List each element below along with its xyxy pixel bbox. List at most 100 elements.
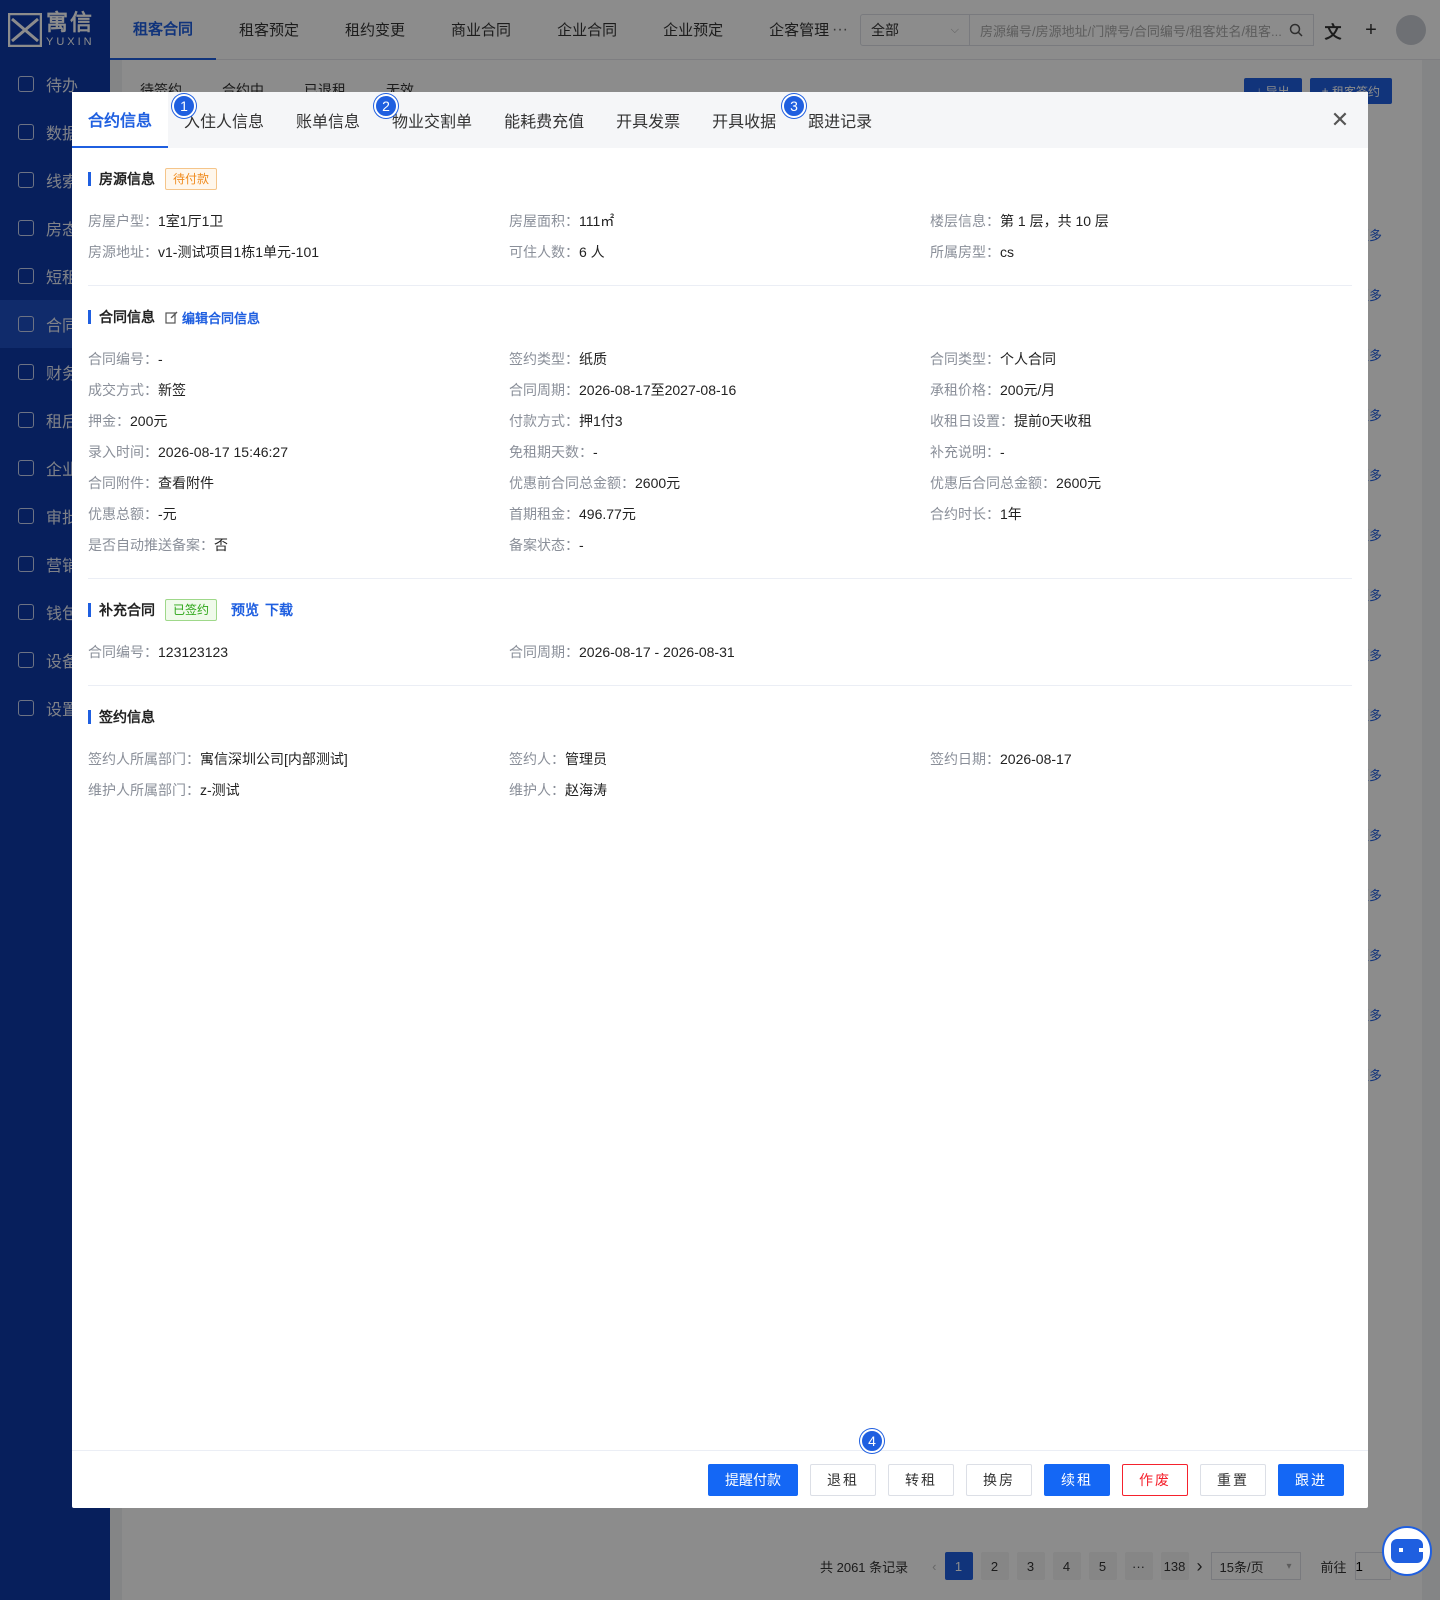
- field-label: 房屋户型：: [88, 213, 158, 229]
- info-field: 合同编号：123123123: [88, 643, 509, 661]
- field-label: 合同类型：: [930, 351, 1000, 367]
- info-field: 成交方式：新签: [88, 381, 509, 399]
- field-value: 2026-08-17 - 2026-08-31: [579, 644, 735, 660]
- info-field: 付款方式：押1付3: [509, 412, 930, 430]
- download-link[interactable]: 下载: [265, 600, 293, 620]
- field-label: 合同编号：: [88, 644, 158, 660]
- modal-tab[interactable]: 开具收据: [696, 92, 792, 148]
- field-value: 496.77元: [579, 506, 636, 522]
- field-label: 维护人所属部门：: [88, 782, 200, 798]
- modal-tab[interactable]: 账单信息: [280, 92, 376, 148]
- info-field: 所属房型：cs: [930, 243, 1352, 261]
- info-field: 维护人：赵海涛: [509, 781, 930, 799]
- field-label: 付款方式：: [509, 413, 579, 429]
- remind-payment-button[interactable]: 提醒付款: [708, 1463, 798, 1496]
- field-value: z-测试: [200, 782, 240, 798]
- field-value: 6 人: [579, 244, 605, 260]
- field-label: 所属房型：: [930, 244, 1000, 260]
- chatbot-button[interactable]: [1382, 1526, 1432, 1576]
- field-label: 成交方式：: [88, 382, 158, 398]
- edit-contract-label: 编辑合同信息: [182, 310, 261, 326]
- preview-link[interactable]: 预览: [231, 600, 259, 620]
- modal-tab[interactable]: 合约信息: [72, 92, 169, 148]
- reset-button[interactable]: 重置: [1200, 1463, 1266, 1496]
- info-field: 合同附件：查看附件: [88, 474, 509, 492]
- field-label: 可住人数：: [509, 244, 579, 260]
- info-field: 房屋面积：111㎡: [509, 212, 930, 230]
- field-label: 合约时长：: [930, 506, 1000, 522]
- field-label: 签约类型：: [509, 351, 579, 367]
- field-value: -: [593, 444, 598, 460]
- modal-tab[interactable]: 开具发票: [600, 92, 696, 148]
- field-label: 楼层信息：: [930, 213, 1000, 229]
- field-value: 2600元: [1056, 475, 1102, 491]
- info-field: 楼层信息：第 1 层，共 10 层: [930, 212, 1352, 230]
- field-value: 2026-08-17: [1000, 751, 1072, 767]
- info-field: 是否自动推送备案：否: [88, 536, 509, 554]
- field-value: 新签: [158, 382, 186, 398]
- field-label: 维护人：: [509, 782, 565, 798]
- field-value: 111㎡: [579, 213, 615, 229]
- field-value: 纸质: [579, 351, 607, 367]
- field-value: 123123123: [158, 644, 229, 660]
- info-field: 合同周期：2026-08-17 - 2026-08-31: [509, 643, 930, 661]
- change-room-button[interactable]: 换房: [966, 1463, 1032, 1496]
- info-field: 签约类型：纸质: [509, 350, 930, 368]
- renew-button[interactable]: 续租: [1044, 1463, 1110, 1496]
- info-field: 签约人所属部门：寓信深圳公司[内部测试]: [88, 750, 509, 768]
- field-label: 首期租金：: [509, 506, 579, 522]
- house-info-title: 房源信息: [88, 172, 155, 186]
- modal-tab[interactable]: 能耗费充值: [488, 92, 600, 148]
- field-label: 合同周期：: [509, 644, 579, 660]
- info-field: 优惠后合同总金额：2600元: [930, 474, 1352, 492]
- close-icon[interactable]: ✕: [1326, 106, 1354, 134]
- sublet-button[interactable]: 转租: [888, 1463, 954, 1496]
- field-value: v1-测试项目1栋1单元-101: [158, 244, 320, 260]
- info-field: 合同周期：2026-08-17至2027-08-16: [509, 381, 930, 399]
- field-label: 合同周期：: [509, 382, 579, 398]
- field-label: 收租日设置：: [930, 413, 1014, 429]
- field-label: 签约日期：: [930, 751, 1000, 767]
- signed-status-badge: 已签约: [165, 599, 218, 621]
- info-field: 收租日设置：提前0天收租: [930, 412, 1352, 430]
- void-button[interactable]: 作废: [1122, 1463, 1188, 1496]
- field-label: 房屋面积：: [509, 213, 579, 229]
- modal-tab[interactable]: 跟进记录: [792, 92, 888, 148]
- field-value: 1年: [1000, 506, 1022, 522]
- signing-info-section: 签约信息 签约人所属部门：寓信深圳公司[内部测试] 签约人：管理员 签约日期：202…: [88, 686, 1352, 823]
- field-value: 第 1 层，共 10 层: [1000, 213, 1109, 229]
- info-field: 补充说明：-: [930, 443, 1352, 461]
- info-field: 优惠总额：-元: [88, 505, 509, 523]
- field-value: -: [1000, 444, 1005, 460]
- contract-info-section: 合同信息 编辑合同信息 合同编号：- 签约类型：纸质 合同类型：个人合同 成交方式：新…: [88, 286, 1352, 579]
- info-field: 房源地址：v1-测试项目1栋1单元-101: [88, 243, 509, 261]
- signing-info-title: 签约信息: [88, 710, 155, 724]
- field-label: 押金：: [88, 413, 130, 429]
- field-value: 提前0天收租: [1014, 413, 1092, 429]
- info-field: 合同类型：个人合同: [930, 350, 1352, 368]
- follow-up-button[interactable]: 跟进: [1278, 1463, 1344, 1496]
- info-field: 录入时间：2026-08-17 15:46:27: [88, 443, 509, 461]
- info-field: 首期租金：496.77元: [509, 505, 930, 523]
- info-field: 承租价格：200元/月: [930, 381, 1352, 399]
- step-badge: 1: [172, 94, 196, 118]
- field-label: 签约人：: [509, 751, 565, 767]
- field-value: 2600元: [635, 475, 681, 491]
- field-value: 赵海涛: [565, 782, 607, 798]
- info-field: 优惠前合同总金额：2600元: [509, 474, 930, 492]
- edit-contract-button[interactable]: 编辑合同信息: [165, 308, 260, 327]
- info-field: 签约人：管理员: [509, 750, 930, 768]
- field-label: 优惠总额：: [88, 506, 158, 522]
- step-badge: 4: [860, 1429, 884, 1453]
- field-value: 200元: [130, 413, 168, 429]
- field-label: 承租价格：: [930, 382, 1000, 398]
- field-value: -: [579, 537, 584, 553]
- contract-info-title: 合同信息: [88, 310, 155, 324]
- field-value: 否: [214, 537, 228, 553]
- supplement-title: 补充合同: [88, 603, 155, 617]
- info-field: 房屋户型：1室1厅1卫: [88, 212, 509, 230]
- info-field: 合约时长：1年: [930, 505, 1352, 523]
- checkout-button[interactable]: 退租: [810, 1463, 876, 1496]
- step-badge: 2: [374, 94, 398, 118]
- view-attachment-link[interactable]: 查看附件: [158, 475, 214, 491]
